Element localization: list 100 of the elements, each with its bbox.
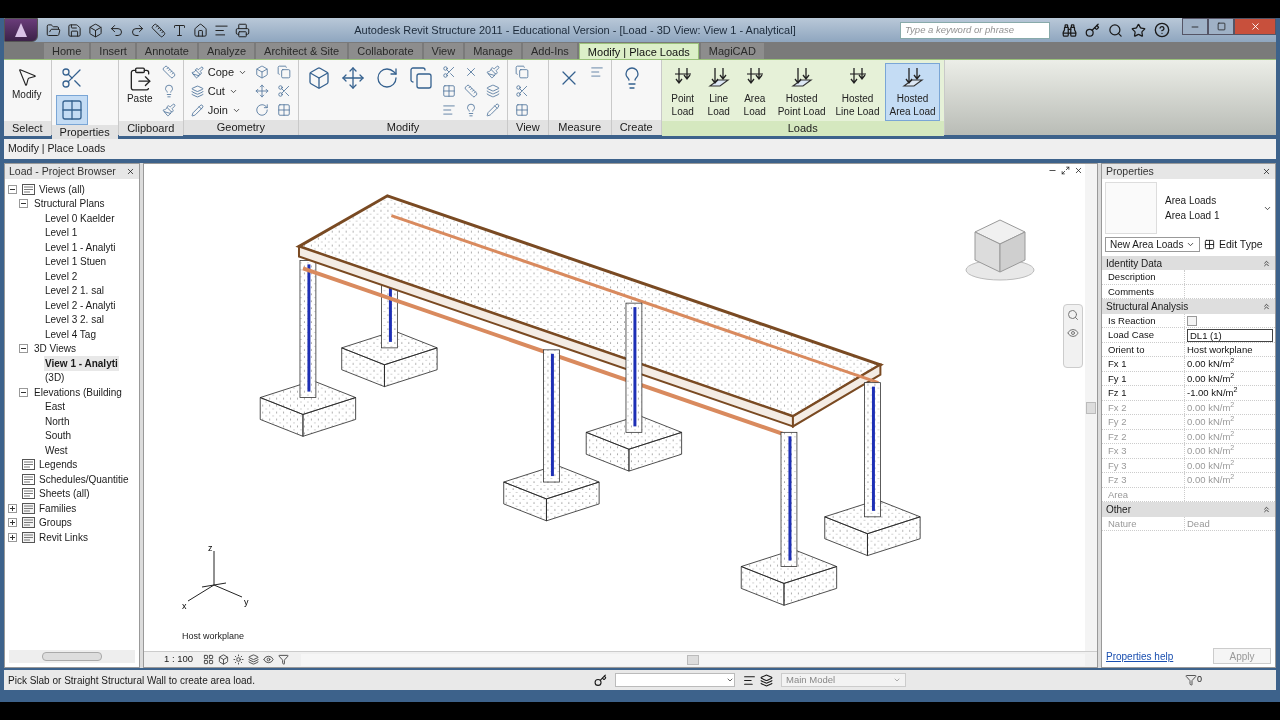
- search-icon[interactable]: [1108, 22, 1123, 38]
- expand-icon[interactable]: [8, 532, 17, 542]
- tree-item[interactable]: View 1 - Analyti: [44, 355, 119, 371]
- ribbon-tab[interactable]: Collaborate: [349, 43, 422, 59]
- tree-item[interactable]: Level 3 2. sal: [44, 312, 105, 328]
- tree-item[interactable]: Sheets (all): [38, 486, 91, 502]
- maximize-button[interactable]: [1208, 18, 1234, 35]
- expand-icon[interactable]: [8, 503, 17, 513]
- view-scale[interactable]: 1 : 100: [164, 652, 194, 667]
- minimize-button[interactable]: [1182, 18, 1208, 35]
- tree-item[interactable]: Groups: [38, 515, 73, 531]
- cube-icon[interactable]: [218, 654, 230, 665]
- horizontal-scrollbar[interactable]: [301, 653, 1085, 666]
- layers-icon[interactable]: [760, 673, 773, 687]
- zoom-icon[interactable]: [1067, 309, 1079, 321]
- collapse-icon[interactable]: [19, 199, 28, 209]
- panel-label: Create: [611, 120, 661, 135]
- tree-item[interactable]: Schedules/Quantitie: [38, 471, 130, 487]
- ribbon-tab[interactable]: View: [423, 43, 464, 59]
- tree-item[interactable]: Revit Links: [38, 529, 89, 545]
- tree-item[interactable]: West: [44, 442, 69, 458]
- ribbon-tab[interactable]: Analyze: [198, 43, 255, 59]
- close-icon[interactable]: [1262, 167, 1271, 176]
- ribbon-tab[interactable]: Manage: [465, 43, 521, 59]
- tree-item[interactable]: Level 1: [44, 225, 79, 241]
- ribbon-tab[interactable]: Annotate: [136, 43, 197, 59]
- list-button[interactable]: [214, 22, 229, 38]
- house-button[interactable]: [193, 22, 208, 38]
- ribbon-tool-button[interactable]: Point Load: [665, 63, 700, 121]
- ribbon-tool-button[interactable]: Modify: [8, 63, 46, 121]
- ribbon-tool-button[interactable]: Paste: [122, 63, 157, 121]
- undo-button[interactable]: [109, 22, 124, 38]
- tree-item[interactable]: Level 0 Kaelder: [44, 210, 116, 226]
- ribbon-tool-button[interactable]: Cut: [187, 82, 250, 100]
- tree-item[interactable]: Level 2 1. sal: [44, 283, 105, 299]
- list-icon[interactable]: [743, 673, 756, 687]
- application-menu-button[interactable]: [4, 18, 38, 42]
- text-button[interactable]: [172, 22, 187, 38]
- collapse-icon[interactable]: [8, 184, 17, 194]
- tree-item[interactable]: Level 1 Stuen: [44, 254, 108, 270]
- star-icon[interactable]: [1131, 22, 1146, 38]
- key-icon[interactable]: [1085, 22, 1100, 38]
- collapse-icon[interactable]: [19, 387, 28, 397]
- ribbon-tab[interactable]: MagiCAD: [700, 43, 764, 59]
- workplane-label: Host workplane: [182, 629, 245, 643]
- ruler-button[interactable]: [151, 22, 166, 38]
- eye-icon[interactable]: [1067, 327, 1079, 339]
- close-icon[interactable]: [1074, 166, 1083, 175]
- cube-button[interactable]: [88, 22, 103, 38]
- tree-item[interactable]: Level 1 - Analyti: [44, 239, 117, 255]
- edit-type-button[interactable]: Edit Type: [1204, 237, 1263, 253]
- open-folder-button[interactable]: [46, 22, 61, 38]
- key-icon[interactable]: [594, 673, 607, 687]
- filter-icon[interactable]: [1185, 674, 1197, 686]
- restore-icon[interactable]: [1061, 166, 1070, 175]
- grid-icon[interactable]: [203, 654, 215, 665]
- ribbon-icon-button[interactable]: [55, 95, 88, 125]
- help-link[interactable]: Properties help: [1106, 648, 1174, 664]
- tree-item[interactable]: Level 2 - Analyti: [44, 297, 117, 313]
- search-field[interactable]: Type a keyword or phrase: [900, 21, 1050, 39]
- vertical-scrollbar[interactable]: [1085, 164, 1097, 651]
- tree-item[interactable]: North: [44, 413, 71, 429]
- printer-button[interactable]: [235, 22, 250, 38]
- value-field[interactable]: DL1 (1): [1187, 328, 1273, 342]
- tree-item[interactable]: East: [44, 399, 66, 415]
- horizontal-scrollbar[interactable]: [9, 650, 135, 663]
- eye-icon[interactable]: [263, 654, 275, 665]
- ribbon-tab[interactable]: Home: [44, 43, 90, 59]
- tree-item[interactable]: Level 2: [44, 268, 79, 284]
- redo-button[interactable]: [130, 22, 145, 38]
- tree-item[interactable]: Families: [38, 500, 78, 516]
- tree-item[interactable]: Legends: [38, 457, 79, 473]
- filter-icon[interactable]: [278, 654, 290, 665]
- sun-icon[interactable]: [233, 654, 245, 665]
- ribbon-tab[interactable]: Add-Ins: [522, 43, 577, 59]
- ribbon-tool-button[interactable]: Line Load: [701, 63, 736, 121]
- checkbox[interactable]: [1187, 315, 1197, 326]
- tree-item[interactable]: Level 4 Tag: [44, 326, 97, 342]
- close-icon[interactable]: [126, 167, 135, 176]
- ribbon-tool-button[interactable]: Join: [187, 101, 250, 119]
- expand-icon[interactable]: [8, 518, 17, 528]
- ribbon-tab[interactable]: Modify | Place Loads: [578, 43, 699, 59]
- tree-item[interactable]: 3D Views: [33, 341, 78, 357]
- ribbon-tab[interactable]: Insert: [91, 43, 135, 59]
- tree-item[interactable]: Elevations (Building: [33, 384, 123, 400]
- tree-item[interactable]: Structural Plans: [33, 196, 106, 212]
- binoculars-icon[interactable]: [1062, 22, 1077, 38]
- instance-dropdown[interactable]: New Area Loads: [1105, 237, 1200, 253]
- tree-item[interactable]: (3D): [44, 370, 66, 386]
- ribbon-tool-button[interactable]: Cope: [187, 63, 250, 81]
- ribbon-tool-button[interactable]: Hosted Point Load: [773, 63, 830, 121]
- tree-item[interactable]: Views (all): [38, 181, 86, 197]
- save-button[interactable]: [67, 22, 82, 38]
- ribbon-tool-button[interactable]: Hosted Line Load: [831, 63, 884, 121]
- tree-item[interactable]: South: [44, 428, 73, 444]
- collapse-icon[interactable]: [19, 344, 28, 354]
- ribbon-tool-button[interactable]: Area Load: [737, 63, 772, 121]
- ribbon-tool-button[interactable]: Hosted Area Load: [885, 63, 940, 121]
- ribbon-tab[interactable]: Architect & Site: [256, 43, 348, 59]
- help-icon[interactable]: [1154, 22, 1170, 38]
